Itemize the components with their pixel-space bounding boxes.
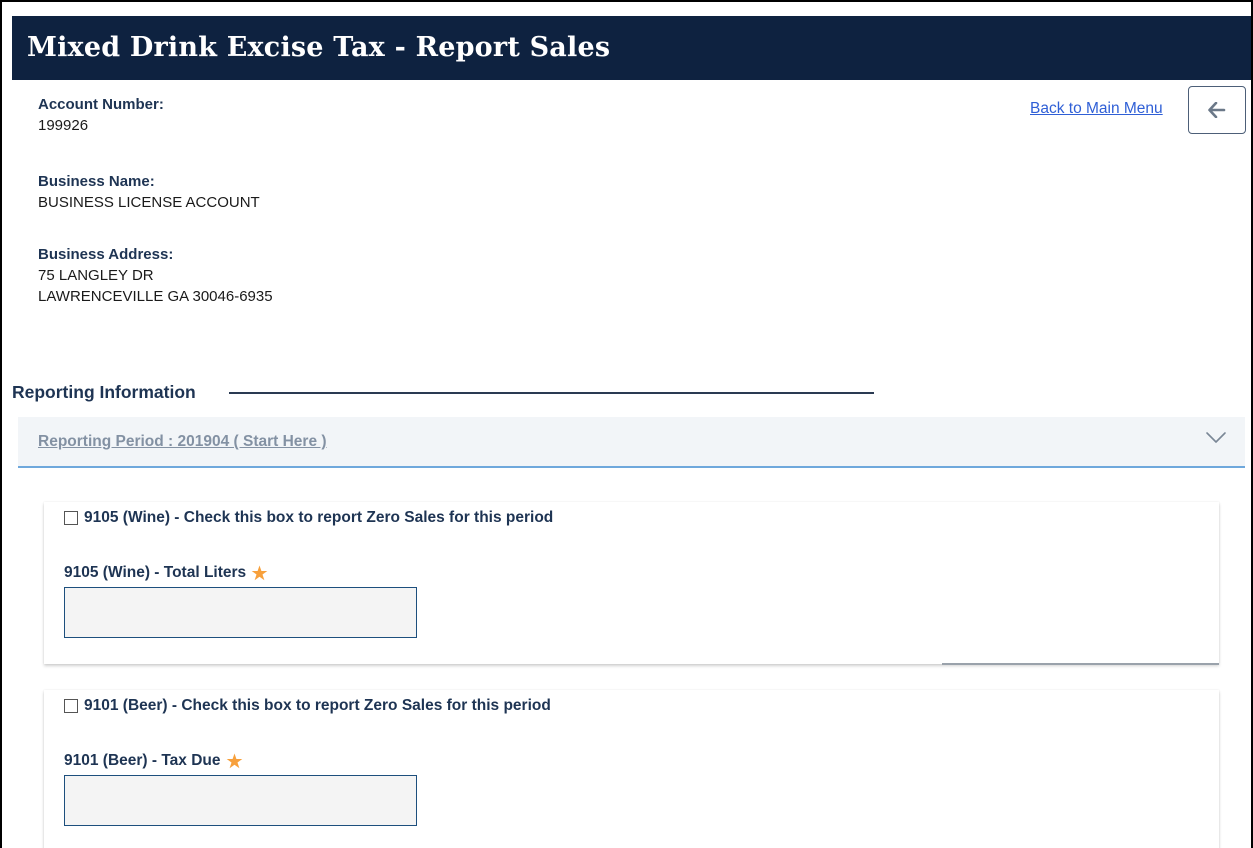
- field-label-wine-liters: 9105 (Wine) - Total Liters: [64, 564, 268, 582]
- required-star-icon: [251, 565, 268, 581]
- account-number-label: Account Number:: [38, 96, 164, 113]
- business-address-line1: 75 LANGLEY DR: [38, 267, 154, 284]
- zero-sales-checkbox-wine[interactable]: [64, 511, 78, 525]
- zero-sales-row-beer: 9101 (Beer) - Check this box to report Z…: [64, 697, 551, 715]
- back-button[interactable]: [1188, 86, 1246, 134]
- reporting-period-title[interactable]: Reporting Period : 201904 ( Start Here ): [38, 432, 327, 452]
- business-name-block: Business Name: BUSINESS LICENSE ACCOUNT: [38, 172, 260, 213]
- business-name-label: Business Name:: [38, 173, 155, 190]
- business-name-value: BUSINESS LICENSE ACCOUNT: [38, 194, 260, 211]
- page-title: Mixed Drink Excise Tax - Report Sales: [27, 32, 611, 63]
- business-address-label: Business Address:: [38, 246, 174, 263]
- card-shadow-accent: [942, 663, 1219, 665]
- zero-sales-row-wine: 9105 (Wine) - Check this box to report Z…: [64, 509, 553, 527]
- page-header: Mixed Drink Excise Tax - Report Sales: [12, 16, 1251, 80]
- zero-sales-label-wine: 9105 (Wine) - Check this box to report Z…: [84, 509, 554, 526]
- field-label-beer-tax-due: 9101 (Beer) - Tax Due: [64, 752, 243, 770]
- field-label-text: 9105 (Wine) - Total Liters: [64, 564, 247, 581]
- arrow-left-icon: [1208, 102, 1226, 118]
- business-address-block: Business Address: 75 LANGLEY DR LAWRENCE…: [38, 245, 273, 307]
- business-address-line2: LAWRENCEVILLE GA 30046-6935: [38, 288, 273, 305]
- required-star-icon: [226, 753, 243, 769]
- zero-sales-checkbox-beer[interactable]: [64, 699, 78, 713]
- section-divider: [229, 392, 874, 394]
- zero-sales-label-beer: 9101 (Beer) - Check this box to report Z…: [84, 697, 551, 714]
- account-number-value: 199926: [38, 117, 89, 134]
- tax-item-card-beer: 9101 (Beer) - Check this box to report Z…: [44, 690, 1219, 848]
- back-to-main-menu-link[interactable]: Back to Main Menu: [1030, 99, 1163, 119]
- account-number-block: Account Number: 199926: [38, 95, 164, 136]
- section-title-reporting: Reporting Information: [12, 382, 196, 402]
- field-label-text: 9101 (Beer) - Tax Due: [64, 752, 221, 769]
- reporting-period-accordion-header[interactable]: Reporting Period : 201904 ( Start Here ): [18, 417, 1245, 468]
- beer-tax-due-input[interactable]: [64, 775, 417, 826]
- chevron-down-icon[interactable]: [1205, 431, 1227, 450]
- wine-total-liters-input[interactable]: [64, 587, 417, 638]
- tax-item-card-wine: 9105 (Wine) - Check this box to report Z…: [44, 502, 1219, 664]
